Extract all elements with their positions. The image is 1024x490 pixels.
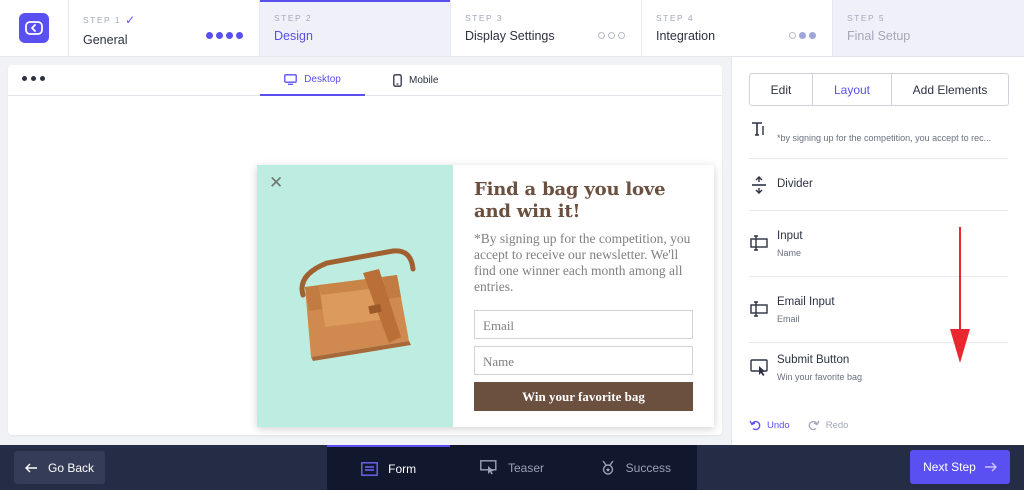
element-name: Submit Button <box>777 354 850 366</box>
more-options-icon[interactable] <box>22 76 45 81</box>
step-display-settings[interactable]: STEP 3 Display Settings <box>451 0 642 56</box>
canvas-toolbar: Desktop Mobile <box>8 65 722 96</box>
popup-description[interactable]: *By signing up for the competition, you … <box>474 231 693 295</box>
sidebar-tabs: Edit Layout Add Elements <box>749 73 1009 106</box>
success-icon <box>602 460 614 475</box>
tab-success[interactable]: Success <box>574 445 697 490</box>
step-kicker: STEP 1 <box>83 15 122 25</box>
step-progress-dots <box>789 32 816 39</box>
step-design[interactable]: STEP 2 Design <box>260 0 451 56</box>
element-name: Divider <box>777 178 813 190</box>
submit-button[interactable]: Win your favorite bag <box>474 382 693 411</box>
divider-icon <box>752 176 766 194</box>
step-final-setup[interactable]: STEP 5 Final Setup <box>833 0 1024 56</box>
next-step-button[interactable]: Next Step <box>910 450 1010 484</box>
red-arrow-annotation <box>950 227 970 363</box>
redo-button[interactable]: Redo <box>808 419 849 431</box>
tab-desktop[interactable]: Desktop <box>260 65 365 96</box>
submit-button-icon <box>750 359 768 376</box>
leather-bag-image <box>299 248 416 361</box>
tab-label: Mobile <box>409 75 439 86</box>
teaser-icon <box>480 460 497 475</box>
arrow-left-icon <box>24 463 37 472</box>
text-icon <box>752 122 764 136</box>
app-logo[interactable] <box>19 13 49 43</box>
element-subtitle: Win your favorite bag <box>777 372 863 382</box>
step-general[interactable]: STEP 1 ✓ General <box>69 0 260 56</box>
step-title: Design <box>274 29 313 43</box>
bottom-bar: Go Back Form Teaser Success Next Step <box>0 445 1024 490</box>
mode-tabs: Form Teaser Success <box>327 445 697 490</box>
logo-cell <box>0 0 69 56</box>
check-icon: ✓ <box>125 13 136 27</box>
close-icon[interactable]: ✕ <box>269 173 283 193</box>
go-back-button[interactable]: Go Back <box>14 451 105 484</box>
design-canvas: Desktop Mobile ✕ Find a bag you love and… <box>8 65 722 435</box>
popup-image-panel: ✕ <box>257 165 453 427</box>
tab-add-elements[interactable]: Add Elements <box>892 74 1008 105</box>
step-kicker: STEP 3 <box>465 13 504 23</box>
elements-sidebar: Edit Layout Add Elements *by signing up … <box>731 57 1024 445</box>
popup-preview[interactable]: ✕ Find a bag you love and win it! *By si… <box>257 165 714 427</box>
element-subtitle: Name <box>777 248 802 258</box>
steps-bar: STEP 1 ✓ General STEP 2 Design STEP 3 Dis… <box>0 0 1024 57</box>
tab-label: Desktop <box>304 74 341 85</box>
redo-label: Redo <box>825 419 849 431</box>
email-input-icon <box>750 301 768 317</box>
popup-headline[interactable]: Find a bag you love and win it! <box>474 179 693 223</box>
email-field[interactable]: Email <box>474 310 693 339</box>
name-field[interactable]: Name <box>474 346 693 375</box>
form-icon <box>361 461 379 476</box>
element-name: Input <box>777 230 803 242</box>
history-controls: Undo Redo <box>749 419 848 431</box>
tab-form[interactable]: Form <box>327 445 451 490</box>
tab-mobile[interactable]: Mobile <box>393 65 438 96</box>
tab-label: Success <box>625 460 671 475</box>
step-progress-dots <box>206 32 243 39</box>
tab-layout[interactable]: Layout <box>813 74 892 105</box>
input-icon <box>750 235 768 251</box>
step-integration[interactable]: STEP 4 Integration <box>642 0 833 56</box>
step-title: Final Setup <box>847 29 911 43</box>
list-item[interactable]: *by signing up for the competition, you … <box>749 117 1008 159</box>
arrow-right-icon <box>984 462 997 472</box>
go-back-label: Go Back <box>47 460 95 475</box>
tab-label: Teaser <box>507 460 544 475</box>
mobile-icon <box>393 74 402 87</box>
undo-icon <box>749 420 761 431</box>
undo-label: Undo <box>767 419 790 431</box>
element-subtitle: *by signing up for the competition, you … <box>777 133 992 143</box>
list-item[interactable]: Divider <box>749 159 1008 211</box>
logo-icon <box>25 21 43 35</box>
redo-icon <box>808 420 820 431</box>
tab-teaser[interactable]: Teaser <box>450 445 573 490</box>
step-kicker: STEP 2 <box>274 13 313 23</box>
step-kicker: STEP 5 <box>847 13 886 23</box>
step-progress-dots <box>598 32 625 39</box>
next-step-label: Next Step <box>923 460 976 474</box>
element-subtitle: Email <box>777 314 800 324</box>
popup-content: Find a bag you love and win it! *By sign… <box>453 165 714 427</box>
undo-button[interactable]: Undo <box>749 419 790 431</box>
tab-label: Form <box>388 461 417 476</box>
tab-edit[interactable]: Edit <box>750 74 813 105</box>
desktop-icon <box>284 74 298 85</box>
step-kicker: STEP 4 <box>656 13 695 23</box>
element-name: Email Input <box>777 296 835 308</box>
